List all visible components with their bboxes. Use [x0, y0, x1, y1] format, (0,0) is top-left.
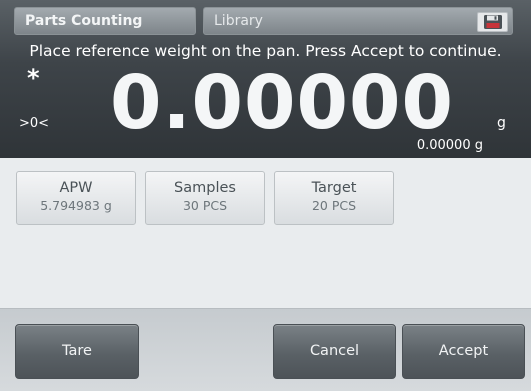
apw-value: 5.794983 g — [40, 198, 112, 213]
floppy-disk-icon — [483, 15, 502, 29]
target-button[interactable]: Target 20 PCS — [274, 171, 394, 225]
target-label: Target — [311, 180, 357, 196]
samples-value: 30 PCS — [182, 198, 228, 213]
zero-indicator: >0< — [19, 116, 50, 131]
application-mode-label: Parts Counting — [25, 13, 143, 29]
instruction-prompt: Place reference weight on the pan. Press… — [29, 42, 502, 60]
application-mode-tab[interactable]: Parts Counting — [14, 7, 196, 35]
scale-screen: Parts Counting Library Place reference w… — [0, 0, 531, 391]
accept-button[interactable]: Accept — [402, 324, 525, 379]
target-value: 20 PCS — [311, 198, 357, 213]
apw-label: APW — [59, 180, 93, 196]
library-tab[interactable]: Library — [203, 7, 513, 35]
weight-readout: 0.00000 — [109, 60, 454, 146]
apw-button[interactable]: APW 5.794983 g — [16, 171, 136, 225]
samples-label: Samples — [174, 180, 236, 196]
library-label: Library — [214, 13, 263, 29]
save-button[interactable] — [477, 12, 508, 32]
weight-display: Parts Counting Library Place reference w… — [0, 0, 531, 158]
accept-label: Accept — [438, 343, 489, 359]
samples-button[interactable]: Samples 30 PCS — [145, 171, 265, 225]
tare-label: Tare — [62, 343, 92, 359]
cancel-button[interactable]: Cancel — [273, 324, 396, 379]
cancel-label: Cancel — [309, 343, 360, 359]
tare-button[interactable]: Tare — [15, 324, 139, 379]
stable-indicator: * — [27, 64, 40, 92]
secondary-weight-readout: 0.00000 g — [416, 138, 483, 153]
weight-unit: g — [497, 115, 506, 131]
